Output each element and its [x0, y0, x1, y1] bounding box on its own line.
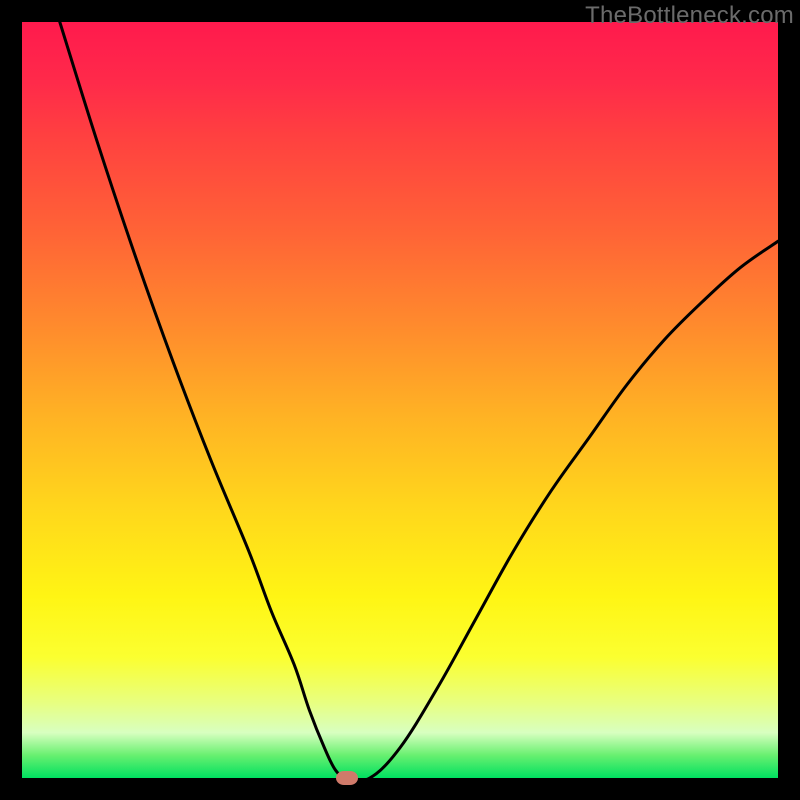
curve-svg	[22, 22, 778, 778]
optimum-marker	[336, 771, 358, 785]
bottleneck-curve	[60, 22, 778, 778]
watermark-text: TheBottleneck.com	[585, 2, 794, 30]
plot-area	[22, 22, 778, 778]
chart-frame: TheBottleneck.com	[0, 0, 800, 800]
